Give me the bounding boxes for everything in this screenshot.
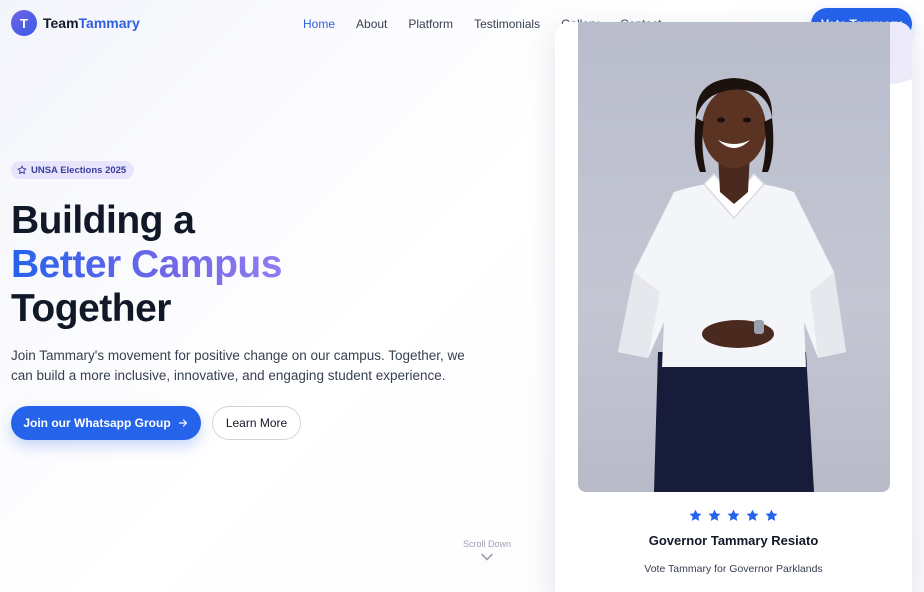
- headline-line-2: Better Campus: [11, 243, 282, 286]
- nav-link-home[interactable]: Home: [303, 17, 335, 31]
- star-icon: [708, 509, 721, 521]
- nav-link-about[interactable]: About: [356, 17, 387, 31]
- learn-more-label: Learn More: [225, 416, 288, 430]
- election-badge: UNSA Elections 2025: [11, 161, 135, 179]
- star-outline-icon: [17, 165, 27, 175]
- candidate-portrait: [618, 78, 846, 492]
- star-icon: [689, 509, 702, 521]
- star-icon: [727, 509, 740, 521]
- headline-line-3: Together: [11, 287, 171, 330]
- star-icon: [765, 509, 778, 521]
- candidate-name: Governor Tammary Resiato: [648, 533, 819, 548]
- learn-more-button[interactable]: Learn More: [212, 406, 301, 440]
- headline-line-1: Building a: [11, 199, 195, 242]
- join-whatsapp-button[interactable]: Join our Whatsapp Group: [11, 406, 201, 440]
- election-badge-label: UNSA Elections 2025: [31, 164, 127, 176]
- brand-name-team: Team: [43, 15, 79, 31]
- nav-link-testimonials[interactable]: Testimonials: [474, 17, 540, 31]
- hero-headline: Building a Better Campus Together: [11, 199, 282, 331]
- arrow-right-icon: [178, 419, 187, 427]
- brand-name: TeamTammary: [43, 15, 140, 31]
- candidate-subtitle: Vote Tammary for Governor Parklands: [644, 563, 823, 575]
- scroll-down-label: Scroll Down: [462, 539, 511, 549]
- brand-name-tammary: Tammary: [78, 15, 140, 31]
- hero-description: Join Tammary's movement for positive cha…: [11, 348, 465, 383]
- chevron-down-icon: [481, 553, 493, 561]
- candidate-photo: [578, 22, 890, 492]
- brand-logo[interactable]: T TeamTammary: [11, 10, 140, 36]
- star-icon: [746, 509, 759, 521]
- nav-link-platform[interactable]: Platform: [408, 17, 453, 31]
- candidate-card: Governor Tammary Resiato Vote Tammary fo…: [555, 22, 912, 592]
- scroll-down-indicator[interactable]: Scroll Down: [452, 539, 522, 561]
- logo-badge: T: [11, 10, 37, 36]
- rating-stars: [555, 508, 912, 523]
- join-whatsapp-label: Join our Whatsapp Group: [23, 416, 171, 430]
